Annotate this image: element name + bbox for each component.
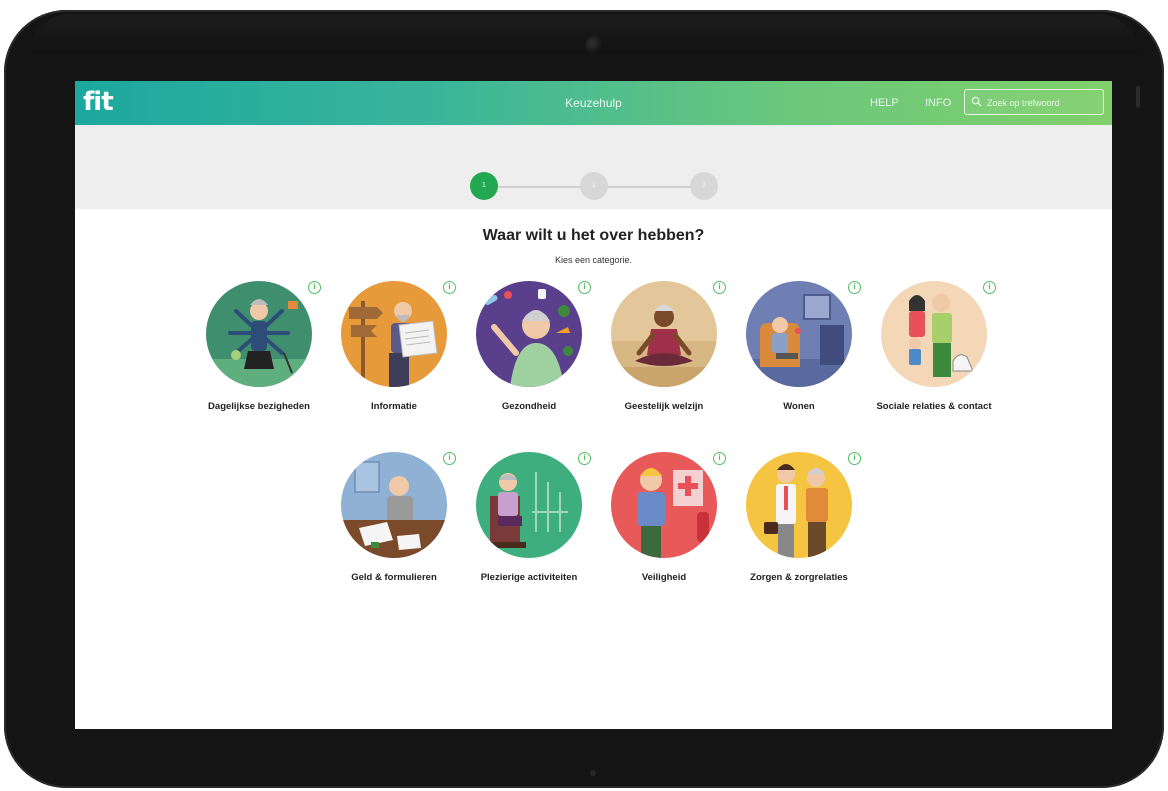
category-sociale-relaties[interactable]: i Sociale relaties & contact [859,281,1009,421]
page-title: Keuzehulp [565,96,622,110]
question-heading: Waar wilt u het over hebben? [482,227,705,244]
search-input[interactable] [985,94,1103,112]
info-icon[interactable]: i [983,281,996,294]
person-many-arms-illustration[interactable] [206,281,312,387]
category-label: Informatie [371,401,417,412]
progress-stepper: 1 2 3 [75,125,1112,209]
category-label: Geestelijk welzijn [624,401,704,412]
info-icon[interactable]: i [848,452,861,465]
step-2[interactable]: 2 [580,172,608,200]
category-wonen[interactable]: i Wonen [724,281,874,421]
family-with-dog-illustration[interactable] [881,281,987,387]
category-zorgen-zorgrelaties[interactable]: i Zorgen & zorgrelaties [724,452,874,592]
category-label: Wonen [783,401,815,412]
category-gezondheid[interactable]: i Gezondheid [454,281,604,421]
category-label: Zorgen & zorgrelaties [750,572,848,583]
category-veiligheid[interactable]: i Veiligheid [589,452,739,592]
man-at-desk-illustration[interactable] [341,452,447,558]
woman-in-chair-illustration[interactable] [476,452,582,558]
category-label: Sociale relaties & contact [876,401,992,412]
category-plezierige-activiteiten[interactable]: i Plezierige activiteiten [454,452,604,592]
search-icon [971,96,982,107]
category-label: Geld & formulieren [351,572,437,583]
woman-with-food-illustration[interactable] [476,281,582,387]
top-bar: fit Keuzehulp HELP INFO [75,81,1112,125]
tablet-side-button [1136,86,1140,108]
man-with-fire-extinguisher-illustration[interactable] [611,452,717,558]
category-label: Plezierige activiteiten [480,572,578,583]
app-screen: fit Keuzehulp HELP INFO 1 2 3 Waar wilt … [75,81,1112,729]
category-label: Dagelijkse bezigheden [208,401,310,412]
category-geestelijk-welzijn[interactable]: i Geestelijk welzijn [589,281,739,421]
tablet-top-bezel [30,14,1138,54]
step-1[interactable]: 1 [470,172,498,200]
category-geld-formulieren[interactable]: i Geld & formulieren [319,452,469,592]
help-link[interactable]: HELP [870,97,899,109]
category-dagelijkse-bezigheden[interactable]: i Dagelijkse bezigheden [184,281,334,421]
question-subheading: Kies een categorie. [554,255,633,265]
category-label: Veiligheid [641,572,687,583]
caregiver-and-elder-illustration[interactable] [746,452,852,558]
person-meditating-illustration[interactable] [611,281,717,387]
step-3[interactable]: 3 [690,172,718,200]
man-reading-newspaper-illustration[interactable] [341,281,447,387]
category-label: Gezondheid [501,401,557,412]
info-link[interactable]: INFO [925,97,951,109]
man-in-armchair-illustration[interactable] [746,281,852,387]
category-informatie[interactable]: i Informatie [319,281,469,421]
tablet-sensor [590,770,596,776]
search-box[interactable] [964,89,1104,115]
camera-icon [585,36,603,54]
